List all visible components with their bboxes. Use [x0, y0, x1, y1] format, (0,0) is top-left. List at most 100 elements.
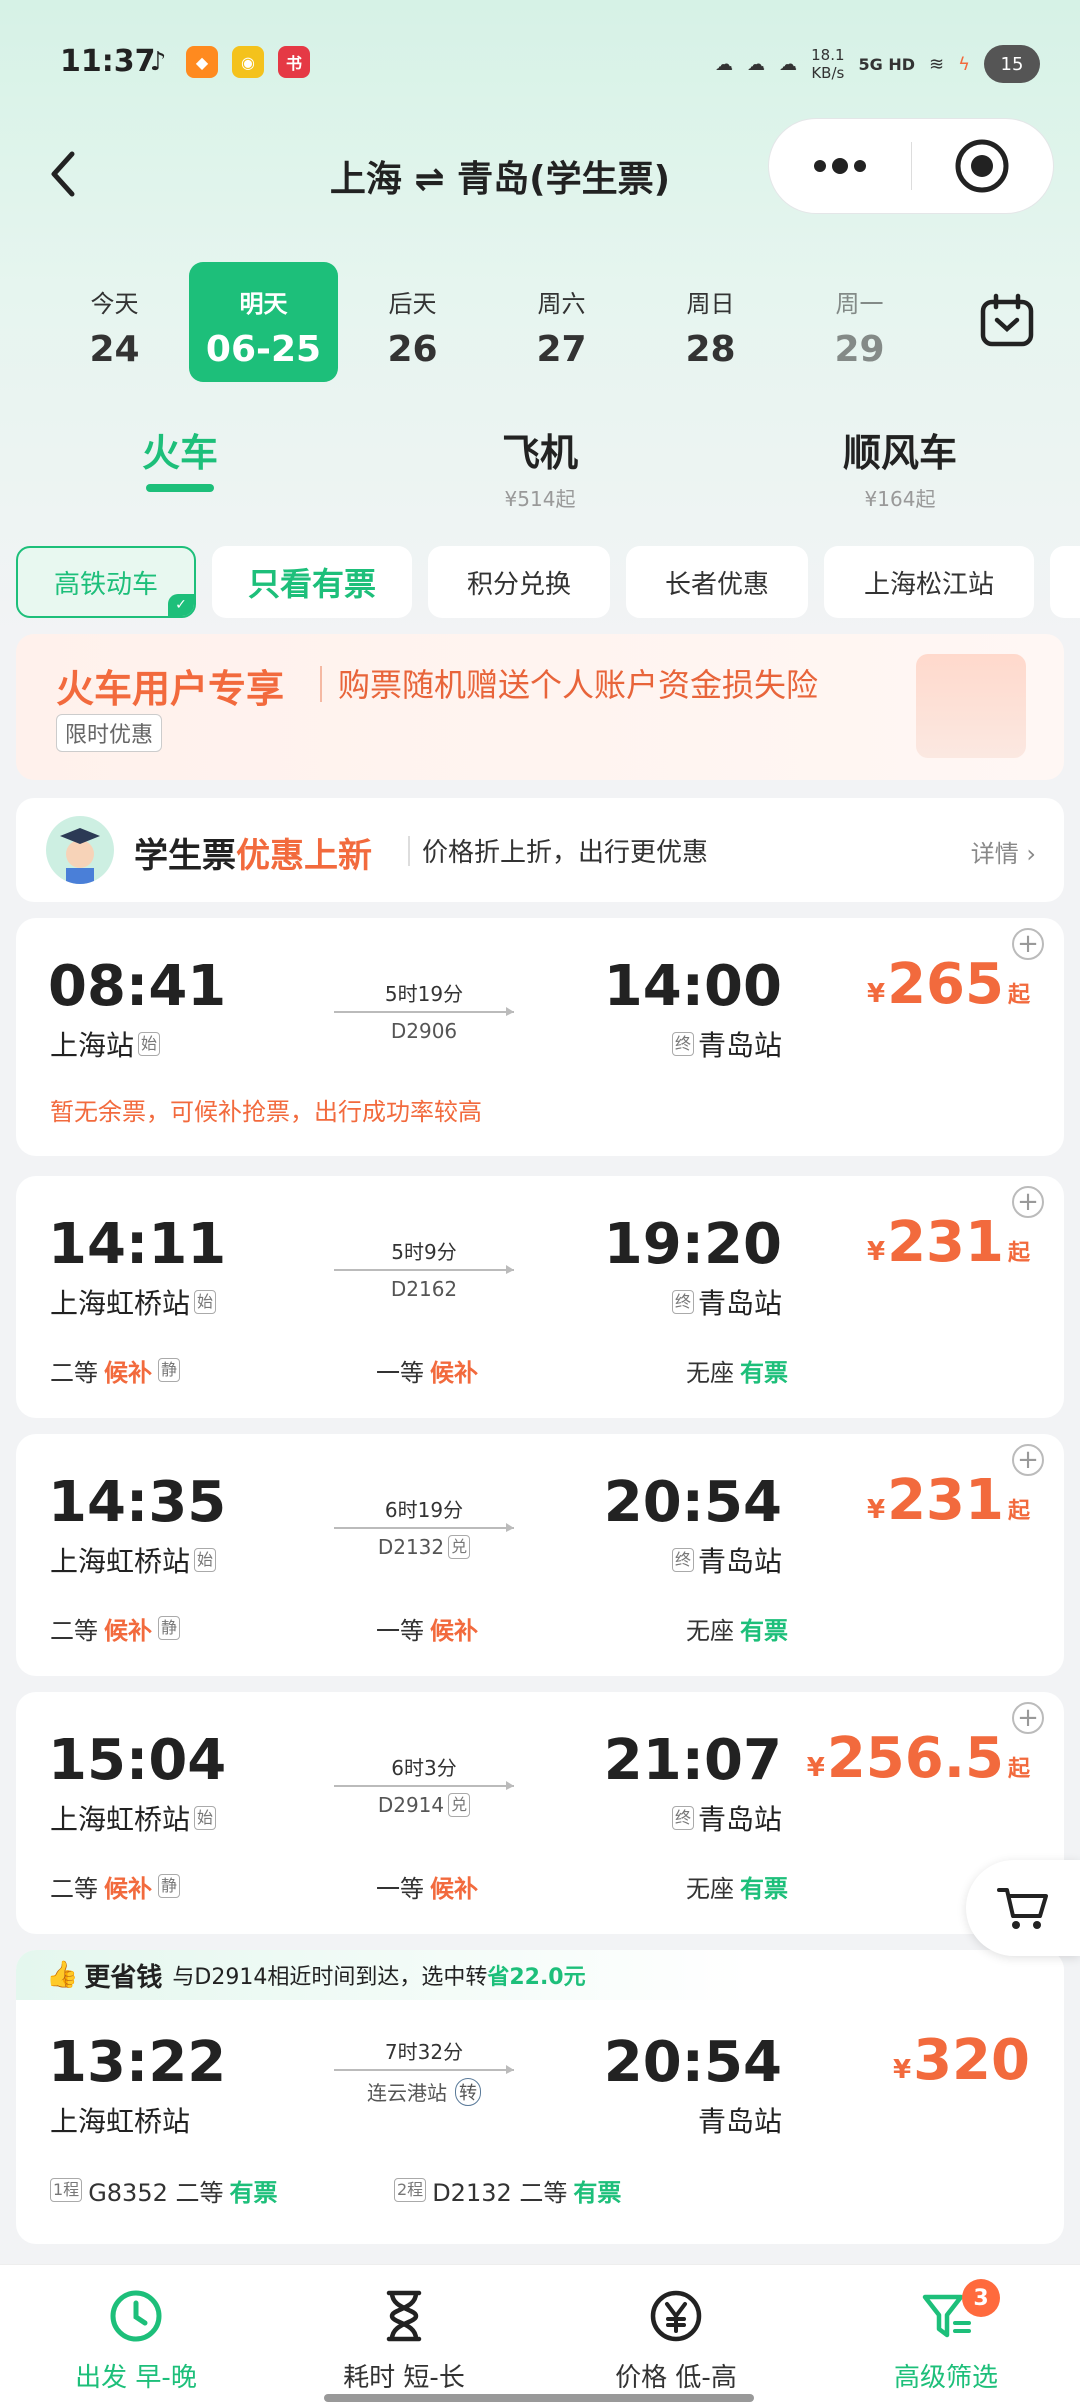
trip-info: 5时19分 D2906	[334, 978, 514, 1043]
arrival-station: 终青岛站	[671, 1798, 782, 1838]
date-tomorrow[interactable]: 明天 06-25	[189, 262, 338, 382]
miniapp-capsule	[768, 118, 1054, 214]
seat-first: 一等 候补	[376, 1874, 478, 1903]
date-saturday[interactable]: 周六 27	[487, 262, 636, 382]
cart-button[interactable]	[966, 1860, 1080, 1956]
arrival-time: 21:07	[603, 1728, 782, 1793]
arrival-station: 终青岛站	[671, 1024, 782, 1064]
wifi-icon: ≋	[929, 53, 945, 75]
price: ¥320	[893, 2028, 1030, 2093]
date-day-after[interactable]: 后天 26	[338, 262, 487, 382]
promo-text: 购票随机赠送个人账户资金损失险	[338, 666, 819, 704]
weibo-icon: ◉	[232, 46, 264, 78]
yen-icon	[650, 2290, 702, 2342]
tab-carpool[interactable]: 顺风车 ¥164起	[780, 422, 1020, 512]
seat-availability: 二等 候补静 一等 候补 无座 有票	[50, 1868, 950, 1904]
price: ¥231 起	[866, 1210, 1030, 1275]
arrival-time: 20:54	[603, 1470, 782, 1535]
chip-available-only[interactable]: 只看有票	[212, 546, 412, 618]
calendar-button[interactable]	[978, 292, 1036, 350]
promo-divider	[320, 666, 322, 702]
seat-first: 一等 候补	[376, 1616, 478, 1645]
target-close-icon	[955, 139, 1009, 193]
seat-standing: 无座 有票	[686, 1358, 788, 1387]
filter-count-badge: 3	[962, 2279, 1000, 2317]
cat-icon: ☁	[779, 53, 798, 75]
shoe-illustration	[916, 654, 1026, 758]
cat-icon: ☁	[747, 53, 766, 75]
train-card[interactable]: + 15:04 上海虹桥站始 6时3分 D2914 兑 21:07 终青岛站 ¥2…	[16, 1692, 1064, 1934]
chip-points[interactable]: 积分兑换	[428, 546, 610, 618]
more-button[interactable]	[769, 119, 911, 213]
cart-icon	[997, 1888, 1048, 1929]
chip-senior[interactable]: 长者优惠	[626, 546, 808, 618]
battery-indicator: 15	[984, 45, 1040, 83]
network-indicator: 5G HD	[858, 54, 916, 74]
check-icon: ✓	[168, 594, 194, 616]
seat-second: 二等 候补静	[50, 1611, 181, 1646]
trip-info: 6时19分 D2132 兑	[334, 1494, 514, 1559]
arrival-time: 19:20	[603, 1212, 782, 1277]
charging-icon: ϟ	[958, 53, 970, 75]
seat-second: 二等 候补静	[50, 1869, 181, 1904]
tab-flight[interactable]: 飞机 ¥514起	[420, 422, 660, 512]
clock-icon	[110, 2290, 162, 2342]
trip-info: 7时32分 连云港站转	[334, 2036, 514, 2106]
date-today[interactable]: 今天 24	[40, 262, 189, 382]
filter-chips: 高铁动车 ✓ 只看有票 积分兑换 长者优惠 上海松江站	[16, 546, 1080, 618]
trip-arrow	[334, 2065, 514, 2074]
leg-1: 1程 G8352 二等 有票	[50, 2173, 278, 2208]
trip-arrow	[334, 1007, 514, 1016]
train-card[interactable]: + 14:35 上海虹桥站始 6时19分 D2132 兑 20:54 终青岛站 ¥…	[16, 1434, 1064, 1676]
redbook-icon: 书	[278, 46, 310, 78]
departure-station: 上海虹桥站始	[50, 1798, 217, 1838]
arrival-station: 青岛站	[697, 2105, 782, 2138]
advanced-filter[interactable]: 高级筛选 3	[846, 2279, 1046, 2394]
promo-tag: 限时优惠	[56, 714, 163, 752]
net-speed: 18.1 KB/s	[811, 46, 845, 82]
hourglass-icon	[386, 2290, 422, 2342]
bottom-sort-bar: 出发 早-晚 耗时 短-长 价格 低-高 高级筛选 3	[0, 2264, 1080, 2408]
transfer-legs: 1程 G8352 二等 有票 2程 D2132 二等 有票	[50, 2172, 950, 2208]
close-miniapp-button[interactable]	[912, 119, 1054, 213]
sort-price[interactable]: 价格 低-高	[576, 2287, 776, 2394]
date-sunday[interactable]: 周日 28	[636, 262, 785, 382]
seat-standing: 无座 有票	[686, 1616, 788, 1645]
chip-high-speed[interactable]: 高铁动车 ✓	[16, 546, 196, 618]
cat-icon: ☁	[715, 53, 734, 75]
student-banner[interactable]: 学生票优惠上新 价格折上折，出行更优惠 详情 ›	[16, 798, 1064, 902]
trip-arrow	[334, 1781, 514, 1790]
arrival-time: 20:54	[603, 2030, 782, 2095]
home-indicator	[324, 2394, 754, 2402]
promo-title: 火车用户专享	[56, 667, 285, 711]
trip-arrow	[334, 1265, 514, 1274]
date-monday[interactable]: 周一 29	[785, 262, 934, 382]
train-card[interactable]: + 14:11 上海虹桥站始 5时9分 D2162 19:20 终青岛站 ¥23…	[16, 1176, 1064, 1418]
train-card[interactable]: + 08:41 上海站始 5时19分 D2906 14:00 终青岛站 ¥265…	[16, 918, 1064, 1156]
departure-time: 14:35	[48, 1470, 227, 1535]
trip-info: 5时9分 D2162	[334, 1236, 514, 1301]
departure-station: 上海虹桥站始	[50, 1540, 217, 1580]
student-detail-link[interactable]: 详情 ›	[971, 834, 1036, 869]
student-title: 学生票优惠上新	[134, 836, 372, 876]
departure-time: 13:22	[48, 2030, 227, 2095]
date-selector: 今天 24 明天 06-25 后天 26 周六 27 周日 28 周一 29	[40, 262, 934, 382]
chip-more[interactable]	[1050, 546, 1080, 618]
graduate-icon	[60, 828, 100, 884]
seat-availability: 二等 候补静 一等 候补 无座 有票	[50, 1610, 950, 1646]
seat-standing: 无座 有票	[686, 1874, 788, 1903]
seat-availability: 二等 候补静 一等 候补 无座 有票	[50, 1352, 950, 1388]
price: ¥231 起	[866, 1468, 1030, 1533]
chip-songjiang[interactable]: 上海松江站	[824, 546, 1034, 618]
sort-departure[interactable]: 出发 早-晚	[36, 2287, 236, 2394]
departure-station: 上海站始	[50, 1024, 161, 1064]
promo-banner[interactable]: 火车用户专享 购票随机赠送个人账户资金损失险 限时优惠	[16, 634, 1064, 780]
calendar-icon	[980, 293, 1034, 347]
arrival-station: 终青岛站	[671, 1282, 782, 1322]
transfer-card[interactable]: 👍 更省钱 与D2914相近时间到达，选中转 省22.0元 13:22 上海虹桥…	[16, 1950, 1064, 2244]
tab-train[interactable]: 火车	[60, 422, 300, 477]
thumbs-up-icon: 👍	[46, 1960, 79, 1990]
sort-duration[interactable]: 耗时 短-长	[304, 2287, 504, 2394]
arrival-time: 14:00	[603, 954, 782, 1019]
seat-first: 一等 候补	[376, 1358, 478, 1387]
